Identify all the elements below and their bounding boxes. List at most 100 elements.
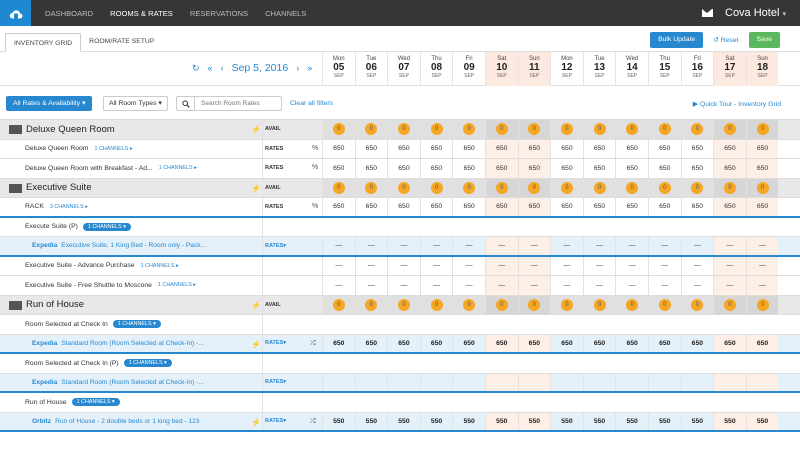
double-right-icon[interactable]: » [307,63,312,73]
rate-cell[interactable]: — [550,256,583,275]
channels-badge[interactable]: 1 CHANNELS ▾ [112,320,161,329]
rate-cell[interactable]: — [648,256,681,275]
availability-cell[interactable]: 0 [550,178,583,197]
nav-channels[interactable]: CHANNELS [265,9,306,18]
reset-button[interactable]: ↺ Reset [713,36,738,44]
rate-cell[interactable]: 550 [322,412,355,430]
nav-rooms-rates[interactable]: ROOMS & RATES [110,9,173,18]
availability-cell[interactable]: 0 [745,295,779,314]
rate-plan-name[interactable]: Execute Suite (P) 1 CHANNELS ▾ [25,218,131,237]
availability-cell[interactable]: 0 [745,178,779,197]
left-icon[interactable]: ‹ [221,63,224,73]
rate-cell[interactable]: 650 [452,334,485,352]
rate-cell[interactable]: 650 [387,159,420,178]
channels-badge[interactable]: 1 CHANNELS ▾ [123,359,172,368]
rate-cell[interactable]: 650 [680,198,714,216]
rate-cell[interactable]: — [615,237,648,255]
rate-cell[interactable]: — [615,276,648,295]
availability-cell[interactable]: 0 [615,178,648,197]
availability-cell[interactable]: 0 [387,295,420,314]
rate-cell[interactable]: 650 [452,139,485,158]
rate-cell[interactable]: 550 [713,412,746,430]
channel-rate-name[interactable]: Expedia Standard Room (Room Selected at C… [32,374,204,392]
rate-cell[interactable]: 650 [550,159,583,178]
rate-cell[interactable] [582,373,616,391]
rate-cell[interactable]: 650 [680,139,714,158]
rates-dropdown[interactable]: RATES ▾ [265,374,286,392]
availability-cell[interactable]: 0 [680,120,714,139]
rate-cell[interactable]: — [680,276,714,295]
rate-plan-name[interactable]: Executive Suite - Free Shuttle to Moscon… [25,276,196,295]
channels-link[interactable]: 1 CHANNELS ▸ [94,146,132,152]
rate-cell[interactable]: 550 [550,412,583,430]
tab-inventory-grid[interactable]: INVENTORY GRID [5,33,82,52]
rate-cell[interactable]: 650 [648,159,681,178]
rate-cell[interactable]: 550 [452,412,485,430]
rate-cell[interactable]: — [517,237,551,255]
room-types-dropdown[interactable]: All Room Types ▾ [103,96,168,111]
rate-cell[interactable]: 650 [485,159,518,178]
rate-cell[interactable] [745,373,779,391]
rate-cell[interactable]: 650 [322,198,355,216]
channels-badge[interactable]: 1 CHANNELS ▾ [71,398,120,407]
rate-cell[interactable]: 650 [387,139,420,158]
rate-cell[interactable]: — [322,276,355,295]
logo[interactable] [0,0,31,26]
rate-cell[interactable]: 650 [648,334,681,352]
rate-cell[interactable]: — [485,237,518,255]
rate-cell[interactable]: 650 [615,159,648,178]
rate-cell[interactable]: 650 [452,159,485,178]
rate-cell[interactable]: — [648,276,681,295]
rate-cell[interactable]: 650 [517,139,551,158]
hotel-menu[interactable]: Cova Hotel ▾ [725,7,786,19]
rate-cell[interactable]: 550 [582,412,616,430]
refresh-icon[interactable]: ↻ [192,63,200,74]
rate-cell[interactable] [322,373,355,391]
rate-cell[interactable]: 650 [419,159,453,178]
right-icon[interactable]: › [296,63,299,73]
availability-cell[interactable]: 0 [745,120,779,139]
rate-cell[interactable]: 650 [354,334,388,352]
rate-cell[interactable]: — [582,256,616,275]
rate-cell[interactable]: — [745,276,779,295]
rate-cell[interactable]: 650 [582,334,616,352]
availability-cell[interactable]: 0 [713,120,746,139]
rate-cell[interactable]: — [648,237,681,255]
rate-cell[interactable]: — [680,256,714,275]
rate-cell[interactable]: 650 [517,334,551,352]
channel-rate-name[interactable]: Expedia Standard Room (Room Selected at C… [32,335,204,353]
rate-cell[interactable]: — [745,237,779,255]
rate-plan-name[interactable]: Executive Suite - Advance Purchase 1 CHAN… [25,257,179,276]
rate-cell[interactable]: — [517,276,551,295]
rate-plan-name[interactable]: Deluxe Queen Room 1 CHANNELS ▸ [25,140,133,159]
rate-cell[interactable]: 650 [419,334,453,352]
rates-dropdown[interactable]: RATES ▾ [265,237,286,255]
rate-cell[interactable]: 650 [354,159,388,178]
bulk-update-button[interactable]: Bulk Update [650,32,704,48]
rate-plan-name[interactable]: Deluxe Queen Room with Breakfast - Ad...… [25,159,197,178]
rate-cell[interactable]: 550 [648,412,681,430]
rate-cell[interactable] [354,373,388,391]
availability-cell[interactable]: 0 [550,120,583,139]
search-input[interactable] [195,100,281,107]
rate-cell[interactable]: — [582,237,616,255]
availability-cell[interactable]: 0 [485,295,518,314]
rate-cell[interactable]: — [322,237,355,255]
percent-icon[interactable]: % [312,145,318,152]
rate-cell[interactable]: — [419,237,453,255]
availability-cell[interactable]: 0 [419,178,453,197]
rate-cell[interactable]: — [387,256,420,275]
rate-cell[interactable]: 650 [550,198,583,216]
rate-cell[interactable] [387,373,420,391]
availability-cell[interactable]: 0 [354,295,388,314]
rate-cell[interactable] [419,373,453,391]
save-button[interactable]: Save [748,32,780,48]
rate-cell[interactable]: 650 [322,139,355,158]
rate-cell[interactable]: — [322,256,355,275]
availability-cell[interactable]: 0 [582,178,616,197]
rate-cell[interactable] [680,373,714,391]
rates-dropdown[interactable]: RATES ▾ [265,335,286,353]
rate-cell[interactable]: 650 [745,198,779,216]
rate-cell[interactable]: 650 [713,198,746,216]
rate-cell[interactable]: — [354,237,388,255]
